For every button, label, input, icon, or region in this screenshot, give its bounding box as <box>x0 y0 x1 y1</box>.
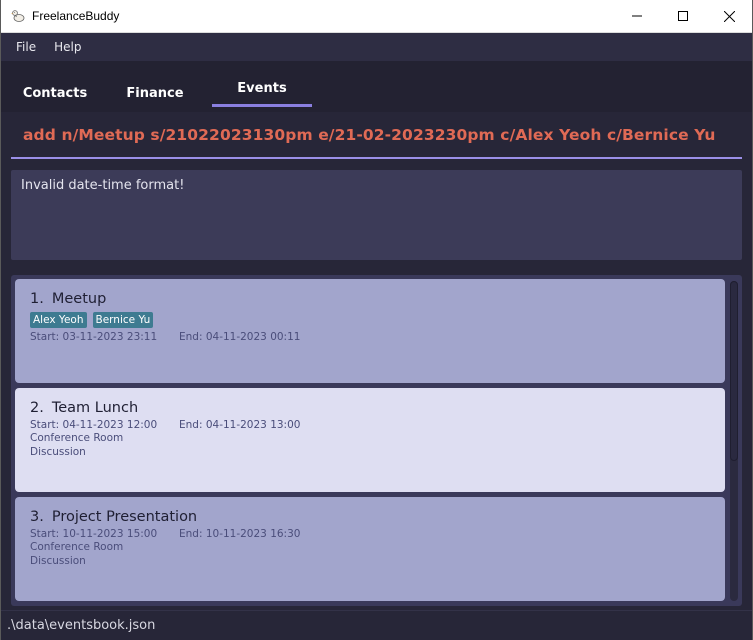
maximize-icon <box>678 11 688 21</box>
menu-help[interactable]: Help <box>45 33 90 61</box>
event-description: Discussion <box>30 555 86 567</box>
event-location: Conference Room <box>30 432 124 444</box>
event-start: Start: 04-11-2023 12:00 <box>30 419 158 431</box>
status-bar: .\data\eventsbook.json <box>1 610 752 640</box>
event-title: 2. Team Lunch <box>30 400 710 416</box>
event-description: Discussion <box>30 446 86 458</box>
event-name: Team Lunch <box>51 400 139 416</box>
event-location: Conference Room <box>30 541 124 553</box>
command-box: add n/Meetup s/21022023130pm e/21-02-202… <box>1 112 752 161</box>
tab-events[interactable]: Events <box>212 69 312 107</box>
contact-tag: Alex Yeoh <box>30 312 87 328</box>
contact-tag: Bernice Yu <box>92 312 154 328</box>
event-index: 2. <box>30 400 44 416</box>
minimize-button[interactable] <box>614 0 660 33</box>
scrollbar-thumb[interactable] <box>730 281 738 461</box>
command-input[interactable]: add n/Meetup s/21022023130pm e/21-02-202… <box>11 112 742 159</box>
event-index: 3. <box>30 509 44 525</box>
tab-finance[interactable]: Finance <box>98 74 212 112</box>
close-icon <box>723 10 735 22</box>
event-start: Start: 10-11-2023 15:00 <box>30 528 158 540</box>
event-start: Start: 03-11-2023 23:11 <box>30 331 158 343</box>
event-card[interactable]: 2. Team Lunch Start: 04-11-2023 12:00 En… <box>15 388 725 492</box>
menu-file[interactable]: File <box>7 33 45 61</box>
event-end: End: 10-11-2023 16:30 <box>179 528 301 540</box>
event-name: Meetup <box>51 291 107 307</box>
contact-tags: Alex Yeoh Bernice Yu <box>30 312 710 328</box>
result-display: Invalid date-time format! <box>11 170 742 260</box>
maximize-button[interactable] <box>660 0 706 33</box>
tab-bar: Contacts Finance Events <box>1 61 752 112</box>
event-times: Start: 03-11-2023 23:11 End: 04-11-2023 … <box>30 331 710 343</box>
event-title: 3. Project Presentation <box>30 509 710 525</box>
save-location-path: .\data\eventsbook.json <box>7 618 156 633</box>
minimize-icon <box>632 15 642 17</box>
app-window: FreelanceBuddy File Help Contacts Financ… <box>0 0 753 640</box>
event-card[interactable]: 3. Project Presentation Start: 10-11-202… <box>15 497 725 601</box>
close-button[interactable] <box>706 0 752 33</box>
list-scrollbar[interactable] <box>730 281 738 601</box>
title-bar: FreelanceBuddy <box>1 0 752 33</box>
tab-contacts[interactable]: Contacts <box>12 74 98 112</box>
event-card[interactable]: 1. Meetup Alex Yeoh Bernice Yu Start: 03… <box>15 279 725 383</box>
window-title: FreelanceBuddy <box>32 9 120 23</box>
window-controls <box>614 0 752 33</box>
event-times: Start: 10-11-2023 15:00 End: 10-11-2023 … <box>30 528 710 540</box>
event-index: 1. <box>30 291 44 307</box>
result-message: Invalid date-time format! <box>21 178 185 193</box>
menu-bar: File Help <box>1 33 752 61</box>
event-times: Start: 04-11-2023 12:00 End: 04-11-2023 … <box>30 419 710 431</box>
duck-logo-icon <box>11 10 25 22</box>
event-name: Project Presentation <box>51 509 198 525</box>
event-end: End: 04-11-2023 13:00 <box>179 419 301 431</box>
event-end: End: 04-11-2023 00:11 <box>179 331 301 343</box>
event-title: 1. Meetup <box>30 291 710 307</box>
event-list: 1. Meetup Alex Yeoh Bernice Yu Start: 03… <box>11 275 742 606</box>
